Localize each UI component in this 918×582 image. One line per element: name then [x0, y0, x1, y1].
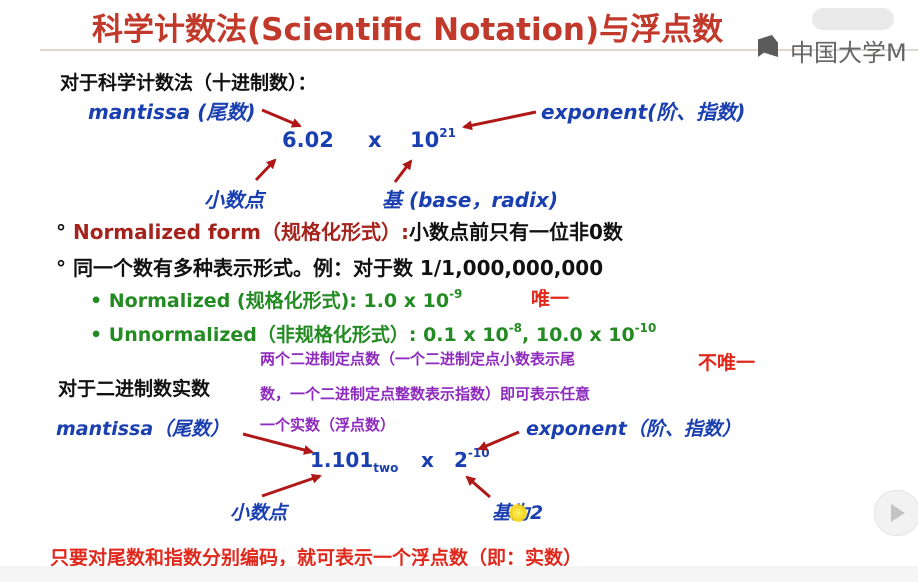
binary-times: x	[421, 448, 434, 472]
unnormalized-mid: , 10.0 x 10	[522, 324, 635, 346]
normalized-form-desc: 小数点前只有一位非0数	[408, 220, 623, 244]
binary-base-value: 2-10	[454, 446, 490, 472]
decimal-mantissa-label: mantissa (尾数)	[88, 100, 256, 124]
arrow-base	[393, 159, 413, 183]
annotation-line-2: 数，一个二进制定点整数表示指数）即可表示任意	[260, 385, 591, 403]
normalized-form-term: Normalized form（规格化形式）:	[72, 220, 409, 244]
binary-mantissa-label: mantissa（尾数）	[56, 418, 230, 440]
decimal-base-value: 1021	[410, 126, 456, 152]
binary-mantissa-subscript: two	[373, 461, 399, 475]
unnormalized-example: • Unnormalized（非规格化形式）: 0.1 x 10-8, 10.0…	[90, 320, 656, 347]
unnormalized-exp-1: -8	[508, 320, 523, 335]
mooc-logo-icon	[758, 35, 778, 57]
arrow-point	[254, 158, 277, 182]
binary-heading: 对于二进制数实数	[58, 378, 211, 400]
decimal-exponent-value: 21	[439, 126, 456, 140]
binary-point-label: 小数点	[230, 502, 288, 524]
binary-mantissa-value: 1.101two	[310, 448, 399, 475]
decimal-exponent-label: exponent(阶、指数)	[541, 100, 746, 124]
annotation-line-3: 一个实数（浮点数）	[260, 416, 396, 434]
unique-label: 唯一	[531, 288, 570, 310]
decimal-base-label: 基 (base，radix)	[382, 188, 558, 212]
play-button[interactable]	[874, 490, 918, 536]
bullet-multi-representation: ° 同一个数有多种表示形式。例：对于数 1/1,000,000,000	[56, 252, 603, 281]
dot-glyph: •	[90, 290, 103, 312]
slide-title: 科学计数法(Scientific Notation)与浮点数	[92, 12, 724, 48]
decimal-point-label: 小数点	[204, 188, 264, 212]
arrow-mantissa	[261, 108, 302, 128]
arrow-bin-base	[465, 475, 491, 499]
bullet-glyph: °	[56, 256, 66, 280]
dot-glyph: •	[90, 324, 103, 346]
decimal-heading: 对于科学计数法（十进制数）：	[60, 72, 317, 94]
binary-exponent-label: exponent（阶、指数）	[526, 418, 741, 440]
unnormalized-exp-2: -10	[634, 320, 657, 335]
bullet-normalized-form: ° Normalized form（规格化形式）:小数点前只有一位非0数	[56, 216, 623, 245]
annotation-line-1: 两个二进制定点数（一个二进制定点小数表示尾	[260, 350, 576, 368]
player-badge	[812, 8, 894, 30]
normalized-example-exp: -9	[449, 286, 463, 301]
normalized-example-text: Normalized (规格化形式): 1.0 x 10	[108, 290, 450, 312]
title-divider	[40, 49, 918, 51]
arrow-bin-mantissa	[242, 432, 314, 455]
unnormalized-text: Unnormalized（非规格化形式）: 0.1 x 10	[108, 324, 509, 346]
multi-repr-text: 同一个数有多种表示形式。例：对于数 1/1,000,000,000	[72, 256, 604, 280]
mouse-cursor-highlight	[509, 504, 527, 522]
play-icon	[891, 504, 905, 522]
watermark: 中国大学M	[790, 39, 907, 67]
binary-exponent-value: -10	[467, 446, 490, 461]
bullet-glyph: °	[56, 220, 66, 244]
decimal-times: x	[368, 128, 382, 152]
decimal-mantissa-value: 6.02	[282, 128, 334, 152]
not-unique-label: 不唯一	[698, 352, 756, 374]
arrow-exponent	[462, 110, 537, 131]
player-bottom-strip	[0, 566, 918, 582]
arrow-bin-point	[261, 473, 322, 498]
normalized-example: • Normalized (规格化形式): 1.0 x 10-9	[90, 286, 462, 313]
